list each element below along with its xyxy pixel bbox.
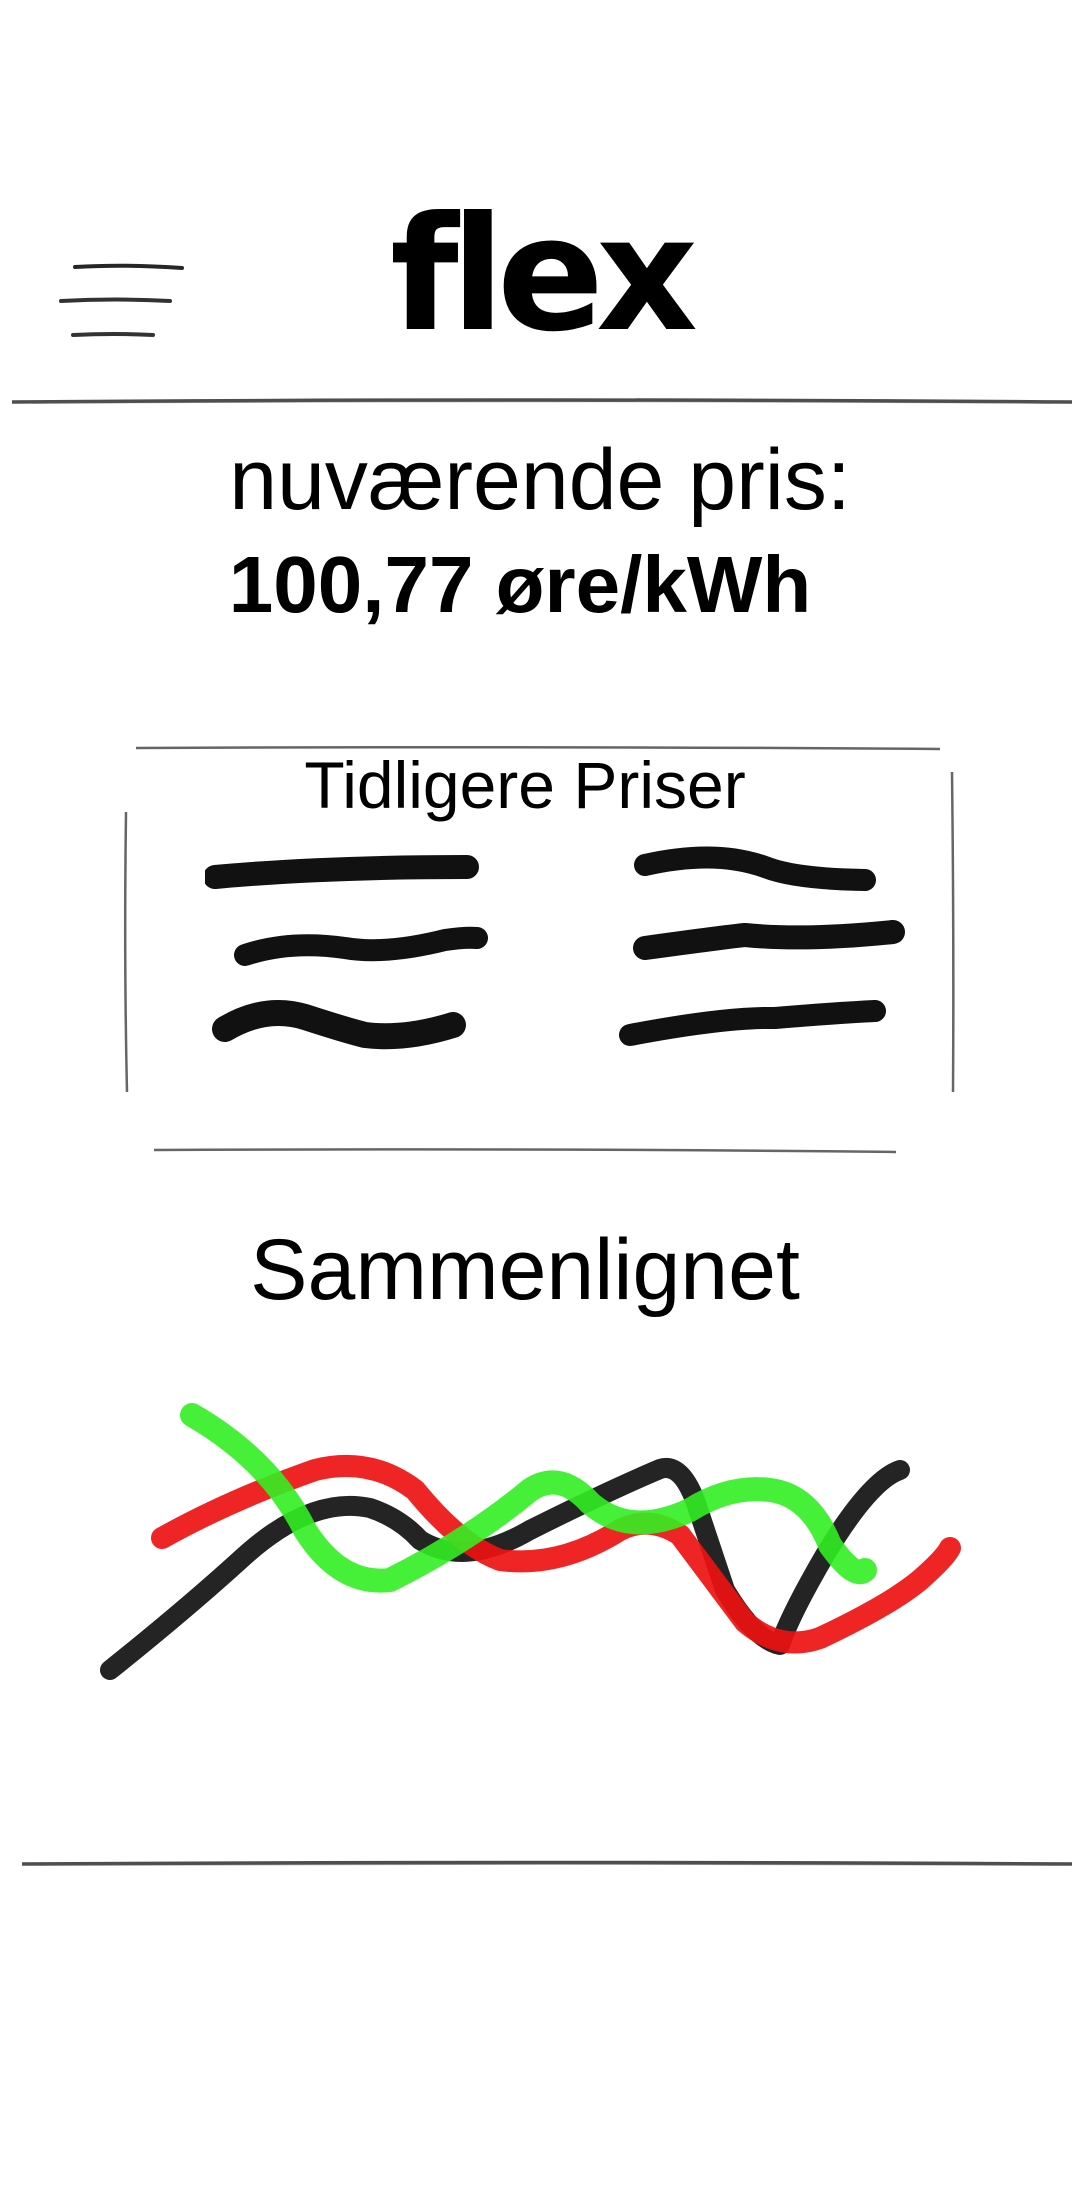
comparison-chart	[90, 1390, 1040, 1690]
menu-button[interactable]	[55, 255, 195, 345]
current-price-label: nuværende pris:	[229, 432, 851, 528]
footer-divider	[21, 1852, 1073, 1876]
price-entry-placeholder	[619, 1000, 886, 1046]
app-title: flex	[390, 183, 698, 367]
price-entry-placeholder	[212, 1000, 466, 1050]
price-entry-placeholder	[234, 926, 488, 966]
hamburger-menu-icon	[59, 263, 184, 337]
previous-prices-title: Tidligere Priser	[304, 748, 746, 822]
previous-prices-list	[205, 845, 925, 1105]
price-entry-placeholder	[634, 846, 876, 891]
price-entry-placeholder	[205, 855, 479, 889]
price-entry-placeholder	[633, 920, 905, 960]
header-divider	[12, 390, 1072, 414]
current-price-value: 100,77 øre/kWh	[228, 540, 812, 629]
comparison-title: Sammenlignet	[250, 1222, 800, 1318]
